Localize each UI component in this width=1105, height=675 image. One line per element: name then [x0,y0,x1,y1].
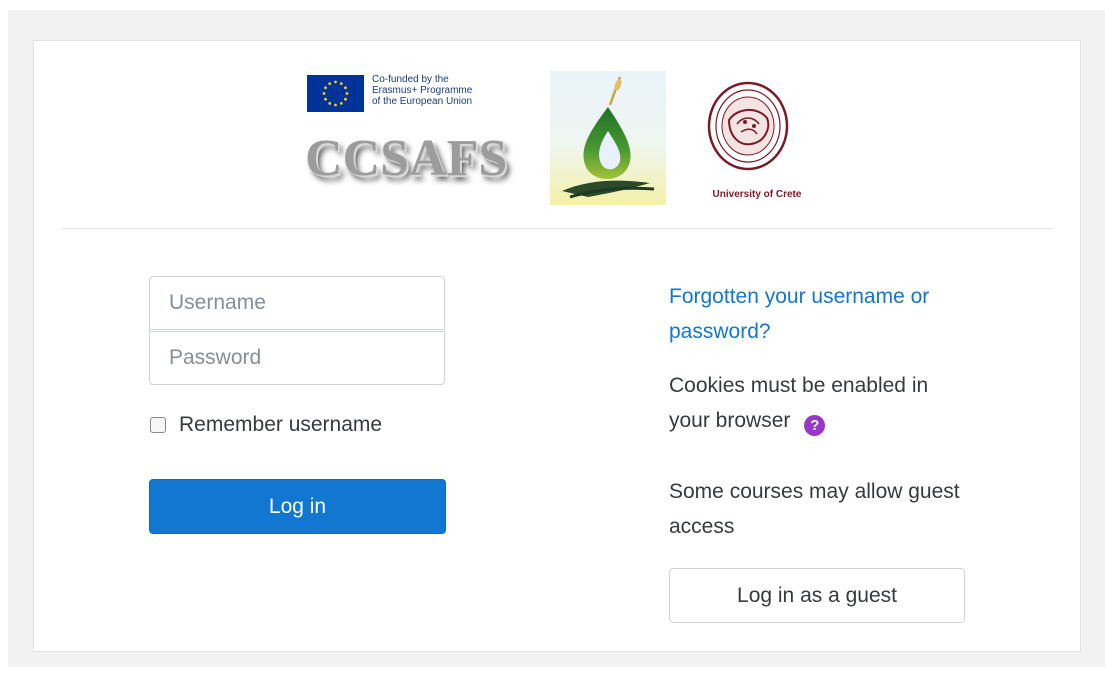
remember-username-label: Remember username [179,413,383,436]
guest-access-notice: Some courses may allow guest access [669,480,960,538]
university-caption: University of Crete [712,189,802,200]
remember-username-row[interactable]: Remember username [150,413,382,437]
eu-text-line: of the European Union [372,96,473,107]
password-input[interactable] [149,331,445,385]
eu-text-line: Erasmus+ Programme [372,85,473,96]
cookies-notice: Cookies must be enabled in your browser? [669,368,969,438]
eu-flag-icon [307,75,364,112]
login-button[interactable]: Log in [149,479,446,534]
ccsafs-wordmark: CCSAFS [305,130,508,187]
university-seal-icon [707,81,789,171]
login-card: Co-funded by the Erasmus+ Programme of t… [33,40,1081,652]
eu-text-line: Co-funded by the [372,74,449,85]
eu-funding-text: Co-funded by the Erasmus+ Programme of t… [372,74,502,107]
guest-login-button[interactable]: Log in as a guest [669,568,965,623]
forgot-credentials-link[interactable]: Forgotten your username or password? [669,279,969,349]
remember-username-checkbox[interactable] [150,417,166,433]
header-logos: Co-funded by the Erasmus+ Programme of t… [34,41,1080,229]
cookies-notice-text: Cookies must be enabled in your browser [669,374,929,432]
question-circle-icon[interactable]: ? [804,415,826,436]
username-input[interactable] [149,276,445,330]
header-divider [62,228,1052,229]
ccsafs-drop-logo-icon [550,71,666,205]
